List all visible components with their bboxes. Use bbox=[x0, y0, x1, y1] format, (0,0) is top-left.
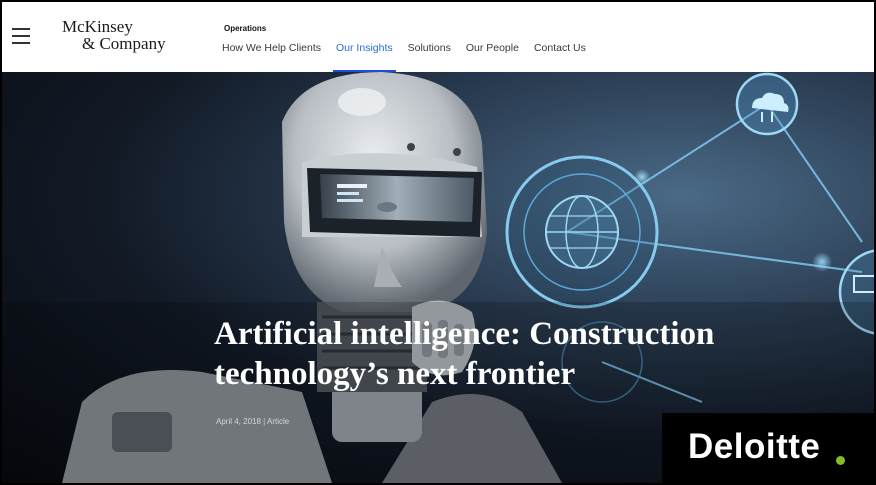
hero-section: Artificial intelligence: Construction te… bbox=[2, 72, 874, 483]
deloitte-dot-icon bbox=[836, 456, 845, 465]
logo-line-1: McKinsey bbox=[62, 17, 133, 36]
nav-how-we-help-clients[interactable]: How We Help Clients bbox=[222, 42, 321, 54]
nav-our-insights[interactable]: Our Insights bbox=[333, 42, 396, 73]
deloitte-wordmark: Deloitte bbox=[688, 427, 821, 466]
nav-our-people[interactable]: Our People bbox=[466, 42, 519, 54]
headline-line-1: Artificial intelligence: Construction bbox=[214, 316, 715, 352]
site-header: McKinsey & Company Operations How We Hel… bbox=[2, 2, 874, 73]
nav-solutions[interactable]: Solutions bbox=[408, 42, 451, 54]
main-nav: How We Help Clients Our Insights Solutio… bbox=[222, 42, 601, 73]
logo-line-2: & Company bbox=[82, 34, 166, 53]
mckinsey-logo[interactable]: McKinsey & Company bbox=[62, 18, 166, 52]
menu-icon[interactable] bbox=[12, 28, 30, 44]
section-label: Operations bbox=[224, 24, 267, 33]
nav-contact-us[interactable]: Contact Us bbox=[534, 42, 586, 54]
page-frame: McKinsey & Company Operations How We Hel… bbox=[0, 0, 876, 485]
article-meta: April 4, 2018 | Article bbox=[216, 417, 290, 426]
deloitte-logo: Deloitte bbox=[662, 413, 874, 483]
headline-line-2: technology’s next frontier bbox=[214, 356, 576, 392]
article-headline: Artificial intelligence: Construction te… bbox=[214, 314, 834, 394]
cloud-icon bbox=[735, 72, 799, 136]
